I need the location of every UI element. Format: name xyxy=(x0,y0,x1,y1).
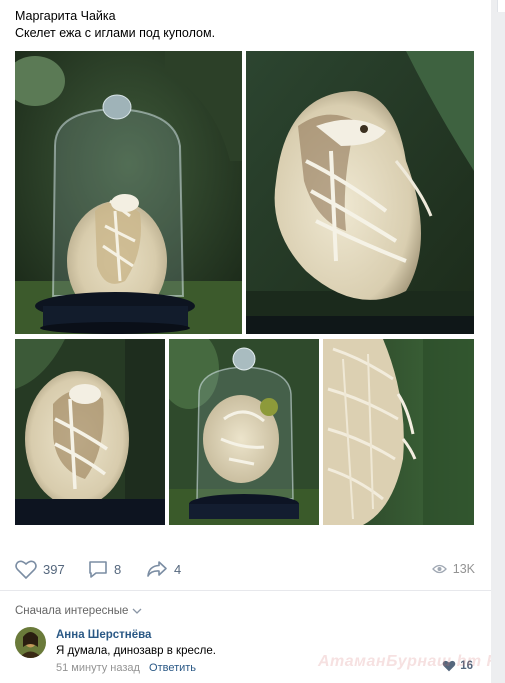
reply-link[interactable]: Ответить xyxy=(149,662,196,674)
watermark: АтаманБурнаш bm RU xyxy=(318,653,505,670)
post-photo-2[interactable] xyxy=(246,51,474,334)
chevron-down-icon xyxy=(132,608,142,614)
post-photo-5[interactable] xyxy=(323,339,474,525)
like-count: 397 xyxy=(43,561,65,577)
comment-button[interactable]: 8 xyxy=(88,556,121,582)
post-author[interactable]: Маргарита Чайка xyxy=(15,9,116,23)
views-count: 13K xyxy=(452,562,475,576)
post-photo-4[interactable] xyxy=(169,339,319,525)
comment-text: Я думала, динозавр в кресле. xyxy=(56,645,216,657)
post-text: Скелет ежа с иглами под куполом. xyxy=(15,26,216,40)
like-button[interactable]: 397 xyxy=(15,556,65,582)
post-actions: 397 8 4 13K xyxy=(0,556,491,582)
post-card: Маргарита Чайка Скелет ежа с иглами под … xyxy=(0,0,505,683)
scrollbar[interactable] xyxy=(491,0,505,683)
comment-icon xyxy=(89,560,107,578)
heart-icon xyxy=(15,560,37,579)
share-count: 4 xyxy=(174,561,182,577)
divider xyxy=(0,590,491,591)
comments-sort-dropdown[interactable]: Сначала интересные xyxy=(15,605,142,617)
comment-author[interactable]: Анна Шерстнёва xyxy=(56,629,151,641)
views-counter: 13K xyxy=(431,556,475,582)
comment-time[interactable]: 51 минуту назад xyxy=(56,662,140,674)
comments-sort-label: Сначала интересные xyxy=(15,605,129,617)
post-photo-3[interactable] xyxy=(15,339,165,525)
eye-icon xyxy=(431,564,447,574)
share-icon xyxy=(147,561,167,577)
avatar[interactable] xyxy=(15,627,46,658)
comment-meta: 51 минуту назад Ответить xyxy=(56,662,196,674)
post-photo-1[interactable] xyxy=(15,51,242,334)
share-button[interactable]: 4 xyxy=(146,556,181,582)
comment-count: 8 xyxy=(114,561,122,577)
